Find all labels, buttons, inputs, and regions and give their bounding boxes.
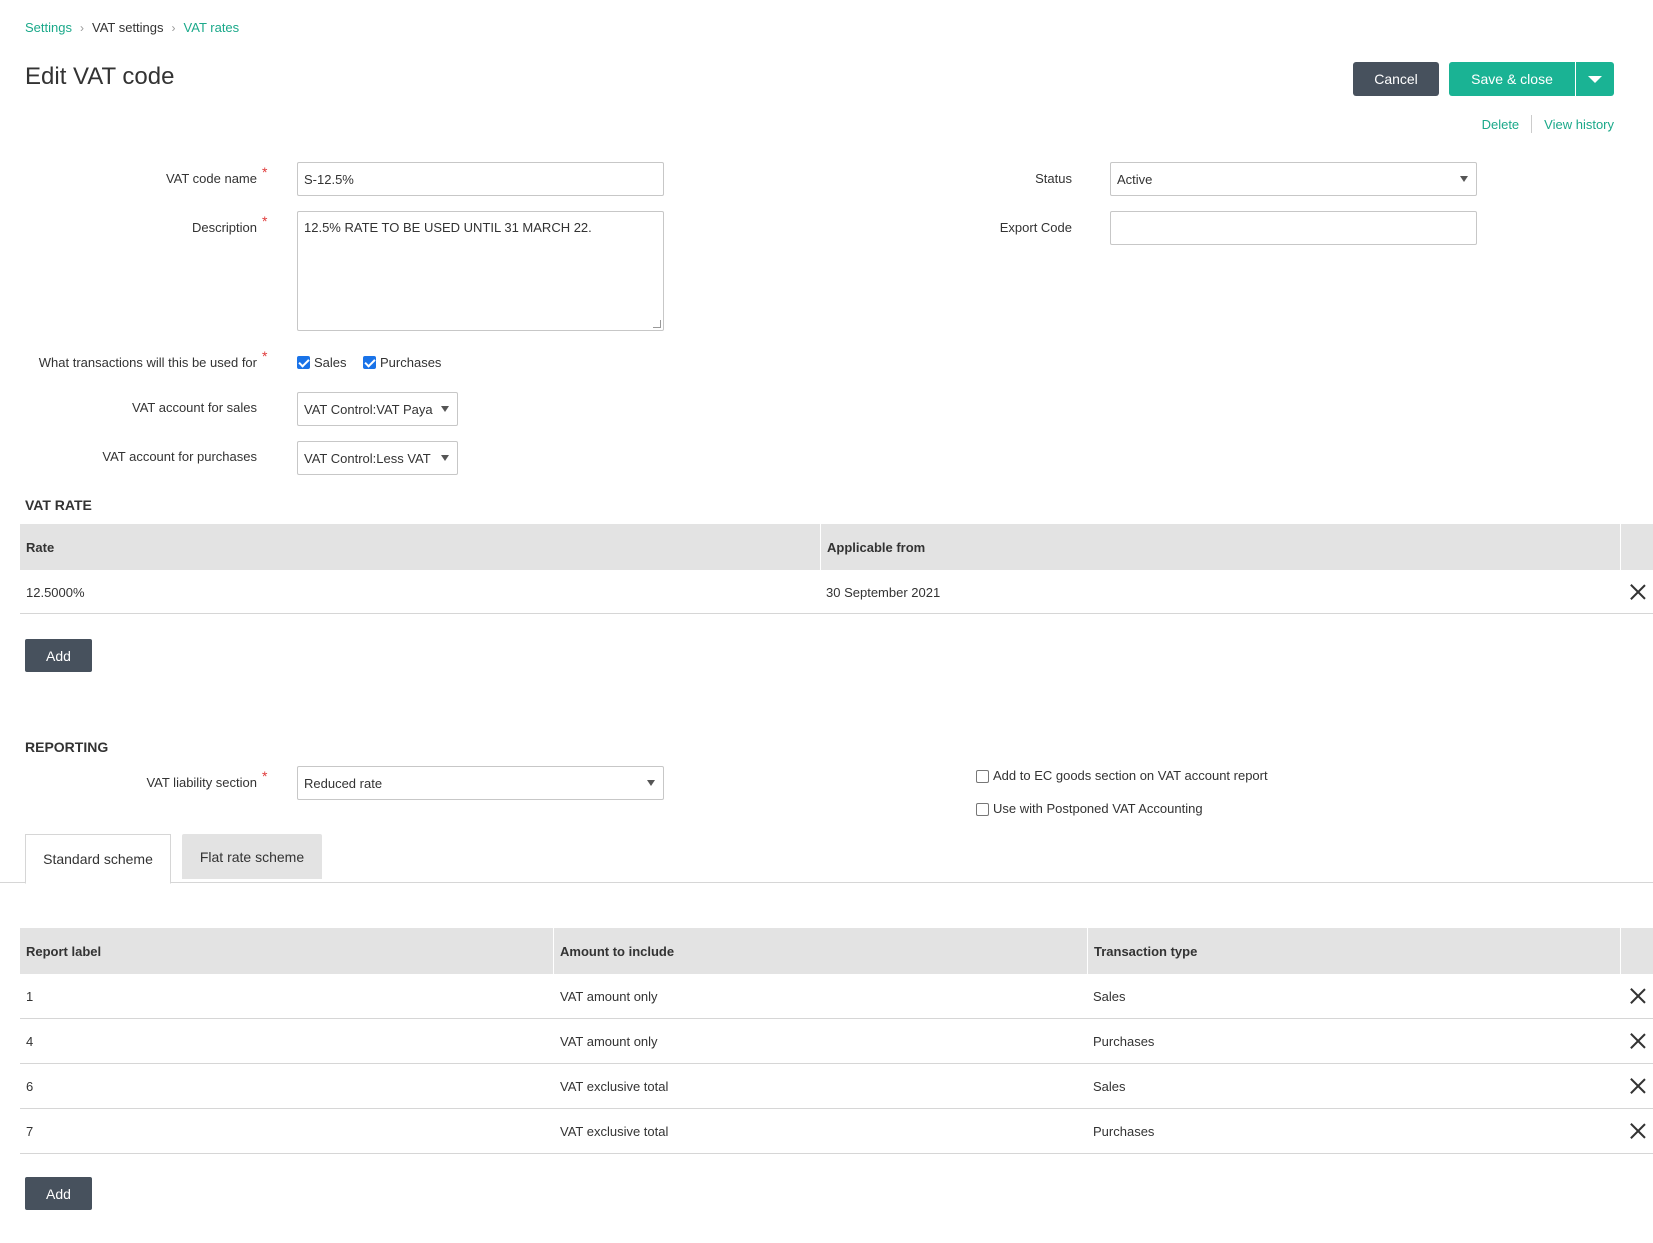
vat-sales-account-value: VAT Control:VAT Paya [304, 401, 433, 417]
required-marker: * [262, 768, 268, 784]
reporting-section-title: REPORTING [25, 739, 109, 755]
chevron-down-icon [1460, 176, 1468, 182]
column-header-report-label: Report label [20, 928, 554, 974]
chevron-right-icon: › [171, 20, 176, 35]
save-options-button[interactable] [1575, 62, 1614, 96]
required-marker: * [262, 213, 268, 229]
purchases-checkbox[interactable] [363, 356, 376, 369]
chevron-down-icon [441, 455, 449, 461]
add-rate-button[interactable]: Add [25, 639, 92, 672]
amount-cell: VAT exclusive total [560, 1078, 669, 1094]
save-close-button[interactable]: Save & close [1449, 62, 1575, 96]
status-value: Active [1117, 171, 1153, 187]
column-header-amount: Amount to include [554, 928, 1088, 974]
description-label: Description [191, 220, 257, 235]
vat-rate-section-title: VAT RATE [25, 497, 92, 513]
divider [1531, 115, 1533, 133]
table-row: 6 VAT exclusive total Sales [20, 1064, 1653, 1109]
vat-sales-account-select[interactable]: VAT Control:VAT Paya [297, 392, 458, 426]
table-row: 12.5000% 30 September 2021 [20, 570, 1653, 614]
cancel-button[interactable]: Cancel [1353, 62, 1439, 96]
column-header-rate: Rate [20, 524, 821, 570]
transaction-type-cell: Purchases [1093, 1123, 1155, 1139]
add-report-row-button[interactable]: Add [25, 1177, 92, 1210]
tab-flat-rate-scheme[interactable]: Flat rate scheme [182, 834, 322, 879]
breadcrumb: Settings › VAT settings › VAT rates [25, 20, 239, 35]
column-header-transaction-type: Transaction type [1088, 928, 1621, 974]
tab-bar-divider [0, 882, 1653, 883]
export-code-label: Export Code [999, 220, 1072, 235]
report-label-cell: 7 [26, 1123, 34, 1139]
table-row: 1 VAT amount only Sales [20, 974, 1653, 1019]
report-label-cell: 4 [26, 1033, 34, 1049]
sales-checkbox-label: Sales [314, 355, 347, 370]
column-header-applicable-from: Applicable from [821, 524, 1621, 570]
breadcrumb-settings[interactable]: Settings [25, 20, 72, 35]
required-marker: * [262, 164, 268, 180]
report-label-cell: 1 [26, 988, 34, 1004]
tab-standard-scheme[interactable]: Standard scheme [25, 834, 171, 884]
vat-code-name-label: VAT code name [165, 171, 257, 186]
chevron-down-icon [1588, 75, 1602, 83]
postponed-vat-checkbox[interactable] [976, 803, 989, 816]
export-code-input[interactable] [1110, 211, 1477, 245]
vat-purchases-account-value: VAT Control:Less VAT [304, 450, 431, 466]
sales-checkbox[interactable] [297, 356, 310, 369]
record-actions: Delete View history [1482, 115, 1614, 133]
table-header: Report label Amount to include Transacti… [20, 928, 1653, 974]
vat-sales-account-label: VAT account for sales [131, 400, 257, 415]
vat-liability-section-select[interactable]: Reduced rate [297, 766, 664, 800]
rate-cell: 12.5000% [26, 584, 85, 600]
page-title: Edit VAT code [25, 63, 175, 90]
report-label-cell: 6 [26, 1078, 34, 1094]
vat-rate-table: Rate Applicable from 12.5000% 30 Septemb… [20, 524, 1653, 618]
breadcrumb-vat-settings: VAT settings [91, 20, 164, 35]
transaction-type-cell: Sales [1093, 1078, 1126, 1094]
required-marker: * [262, 348, 268, 364]
close-icon[interactable] [1630, 988, 1646, 1004]
close-icon[interactable] [1630, 1078, 1646, 1094]
report-table: Report label Amount to include Transacti… [20, 928, 1653, 1154]
table-row: 7 VAT exclusive total Purchases [20, 1109, 1653, 1154]
vat-liability-section-value: Reduced rate [304, 775, 383, 791]
applicable-from-cell: 30 September 2021 [826, 584, 941, 600]
transaction-type-cell: Sales [1093, 988, 1126, 1004]
ec-goods-checkbox[interactable] [976, 770, 989, 783]
vat-purchases-account-label: VAT account for purchases [102, 449, 257, 464]
status-select[interactable]: Active [1110, 162, 1477, 196]
breadcrumb-vat-rates[interactable]: VAT rates [184, 20, 240, 35]
chevron-down-icon [647, 780, 655, 786]
view-history-link[interactable]: View history [1544, 117, 1614, 132]
amount-cell: VAT exclusive total [560, 1123, 669, 1139]
close-icon[interactable] [1630, 1123, 1646, 1139]
postponed-vat-checkbox-label: Use with Postponed VAT Accounting [993, 801, 1203, 816]
delete-link[interactable]: Delete [1482, 117, 1520, 132]
amount-cell: VAT amount only [560, 988, 658, 1004]
table-row: 4 VAT amount only Purchases [20, 1019, 1653, 1064]
purchases-checkbox-label: Purchases [380, 355, 442, 370]
close-icon[interactable] [1630, 584, 1646, 600]
chevron-down-icon [441, 406, 449, 412]
transactions-label: What transactions will this be used for [38, 355, 257, 370]
close-icon[interactable] [1630, 1033, 1646, 1049]
vat-purchases-account-select[interactable]: VAT Control:Less VAT [297, 441, 458, 475]
ec-goods-checkbox-label: Add to EC goods section on VAT account r… [993, 768, 1268, 783]
table-header: Rate Applicable from [20, 524, 1653, 570]
chevron-right-icon: › [79, 20, 84, 35]
vat-code-name-input[interactable]: S-12.5% [297, 162, 664, 196]
status-label: Status [1035, 171, 1072, 186]
description-text: 12.5% RATE TO BE USED UNTIL 31 MARCH 22. [304, 220, 592, 235]
vat-liability-section-label: VAT liability section [146, 775, 257, 790]
amount-cell: VAT amount only [560, 1033, 658, 1049]
description-textarea[interactable]: 12.5% RATE TO BE USED UNTIL 31 MARCH 22. [297, 211, 664, 331]
transaction-type-cell: Purchases [1093, 1033, 1155, 1049]
resize-handle-icon[interactable] [653, 320, 661, 328]
